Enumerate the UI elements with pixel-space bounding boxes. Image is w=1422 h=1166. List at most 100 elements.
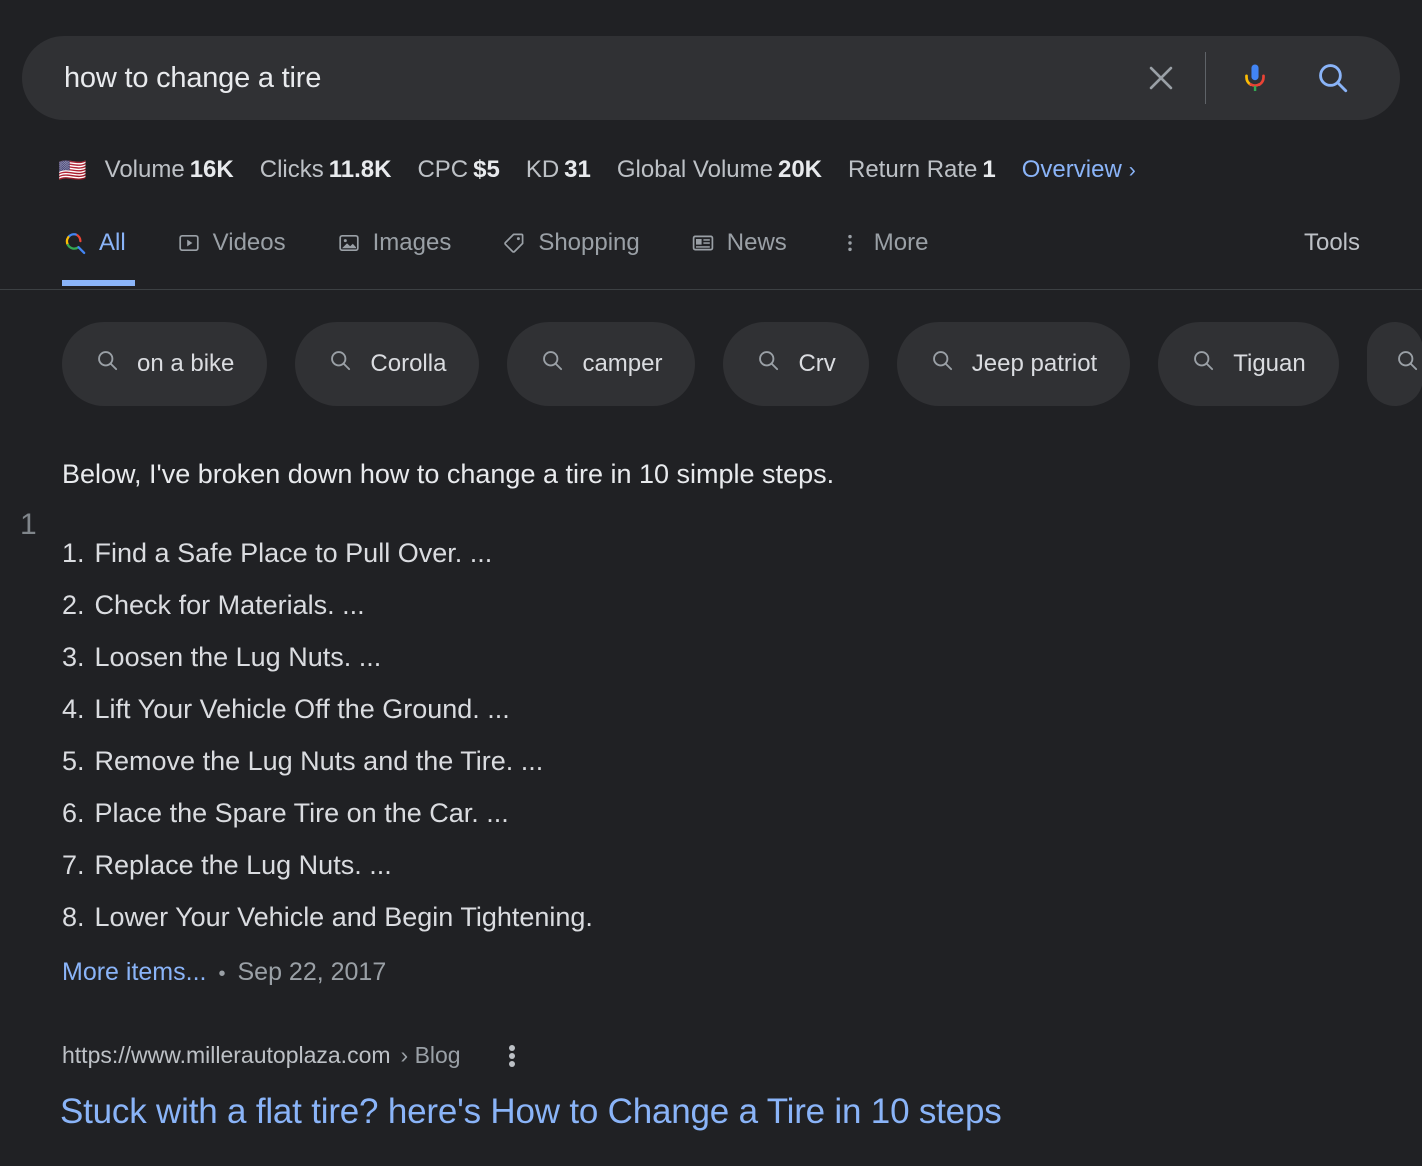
chip-jeep-patriot[interactable]: Jeep patriot bbox=[897, 322, 1130, 406]
list-item: 5. Remove the Lug Nuts and the Tire. ... bbox=[62, 735, 593, 787]
result-options-icon[interactable] bbox=[499, 1043, 525, 1069]
tab-images-label: Images bbox=[373, 229, 452, 257]
tab-videos[interactable]: Videos bbox=[176, 212, 308, 274]
snippet-intro-text: Below, I've broken down how to change a … bbox=[62, 459, 834, 490]
search-icon bbox=[1395, 348, 1420, 380]
separator-dot: • bbox=[218, 963, 225, 986]
metric-return-rate: Return Rate1 bbox=[848, 156, 996, 184]
chip-corolla[interactable]: Corolla bbox=[295, 322, 479, 406]
search-icon bbox=[930, 348, 955, 380]
search-submit-button[interactable] bbox=[1306, 51, 1360, 105]
list-item: 1. Find a Safe Place to Pull Over. ... bbox=[62, 527, 593, 579]
chip-label: camper bbox=[582, 350, 662, 378]
search-bar bbox=[22, 36, 1400, 120]
list-item: 7. Replace the Lug Nuts. ... bbox=[62, 839, 593, 891]
list-item: 8. Lower Your Vehicle and Begin Tighteni… bbox=[62, 891, 593, 943]
step-text: Loosen the Lug Nuts. ... bbox=[95, 631, 382, 683]
chip-label: Tiguan bbox=[1233, 350, 1306, 378]
microphone-icon bbox=[1238, 61, 1272, 95]
step-number: 6. bbox=[62, 787, 85, 839]
result-rank-marker: 1 bbox=[20, 508, 37, 542]
list-item: 3. Loosen the Lug Nuts. ... bbox=[62, 631, 593, 683]
metric-cpc: CPC$5 bbox=[417, 156, 499, 184]
close-icon bbox=[1144, 61, 1178, 95]
chip-next-partial[interactable] bbox=[1367, 322, 1422, 406]
step-text: Check for Materials. ... bbox=[95, 579, 365, 631]
chip-crv[interactable]: Crv bbox=[723, 322, 868, 406]
snippet-footer: More items... • Sep 22, 2017 bbox=[62, 958, 386, 987]
step-number: 3. bbox=[62, 631, 85, 683]
overview-link-label: Overview bbox=[1022, 156, 1122, 183]
search-icon bbox=[328, 348, 353, 380]
chip-label: on a bike bbox=[137, 350, 234, 378]
step-number: 1. bbox=[62, 527, 85, 579]
list-item: 2. Check for Materials. ... bbox=[62, 579, 593, 631]
news-icon bbox=[690, 230, 716, 256]
step-text: Lower Your Vehicle and Begin Tightening. bbox=[95, 891, 593, 943]
tag-icon bbox=[501, 230, 527, 256]
metric-cpc-value: $5 bbox=[473, 156, 500, 183]
metric-global-volume: Global Volume20K bbox=[617, 156, 822, 184]
chip-tiguan[interactable]: Tiguan bbox=[1158, 322, 1339, 406]
chip-label: Crv bbox=[798, 350, 835, 378]
chip-camper[interactable]: camper bbox=[507, 322, 695, 406]
step-text: Place the Spare Tire on the Car. ... bbox=[95, 787, 509, 839]
result-title-link[interactable]: Stuck with a flat tire? here's How to Ch… bbox=[60, 1092, 1002, 1132]
tab-news-label: News bbox=[727, 229, 787, 257]
kebab-dot bbox=[509, 1061, 515, 1067]
tab-all[interactable]: All bbox=[62, 212, 148, 274]
result-url-row: https://www.millerautoplaza.com › Blog bbox=[62, 1042, 525, 1069]
metric-volume-value: 16K bbox=[190, 156, 234, 183]
metric-kd-value: 31 bbox=[564, 156, 591, 183]
search-icon bbox=[756, 348, 781, 380]
search-input[interactable] bbox=[22, 61, 1133, 96]
step-number: 2. bbox=[62, 579, 85, 631]
metric-volume-label: Volume bbox=[105, 156, 185, 183]
step-number: 7. bbox=[62, 839, 85, 891]
search-tabs: All Videos bbox=[62, 212, 978, 274]
step-text: Lift Your Vehicle Off the Ground. ... bbox=[95, 683, 510, 735]
result-url[interactable]: https://www.millerautoplaza.com bbox=[62, 1042, 391, 1069]
step-text: Remove the Lug Nuts and the Tire. ... bbox=[95, 735, 544, 787]
chip-on-a-bike[interactable]: on a bike bbox=[62, 322, 267, 406]
search-icon bbox=[540, 348, 565, 380]
country-flag-icon: 🇺🇸 bbox=[58, 159, 87, 182]
metric-clicks-label: Clicks bbox=[260, 156, 324, 183]
overview-link[interactable]: Overview › bbox=[1022, 156, 1136, 184]
metric-cpc-label: CPC bbox=[417, 156, 468, 183]
step-number: 5. bbox=[62, 735, 85, 787]
chevron-right-icon: › bbox=[1129, 159, 1136, 182]
tab-images[interactable]: Images bbox=[336, 212, 474, 274]
tab-more[interactable]: More bbox=[837, 212, 951, 274]
google-search-results-page: 🇺🇸 Volume16K Clicks11.8K CPC$5 KD31 Glob… bbox=[0, 0, 1422, 1166]
list-item: 6. Place the Spare Tire on the Car. ... bbox=[62, 787, 593, 839]
chip-label: Jeep patriot bbox=[972, 350, 1097, 378]
tab-more-label: More bbox=[874, 229, 929, 257]
video-icon bbox=[176, 230, 202, 256]
step-number: 8. bbox=[62, 891, 85, 943]
more-items-link[interactable]: More items... bbox=[62, 958, 206, 987]
image-icon bbox=[336, 230, 362, 256]
list-item: 4. Lift Your Vehicle Off the Ground. ... bbox=[62, 683, 593, 735]
voice-search-button[interactable] bbox=[1228, 51, 1282, 105]
metric-volume: Volume16K bbox=[105, 156, 234, 184]
snippet-steps-list: 1. Find a Safe Place to Pull Over. ... 2… bbox=[62, 527, 593, 943]
active-tab-underline bbox=[62, 280, 135, 286]
tab-shopping[interactable]: Shopping bbox=[501, 212, 661, 274]
metric-global-volume-value: 20K bbox=[778, 156, 822, 183]
search-icon bbox=[1315, 60, 1351, 96]
snippet-date: Sep 22, 2017 bbox=[238, 958, 387, 987]
metric-kd: KD31 bbox=[526, 156, 591, 184]
tab-news[interactable]: News bbox=[690, 212, 809, 274]
more-vertical-icon bbox=[837, 230, 863, 256]
metric-clicks: Clicks11.8K bbox=[260, 156, 392, 184]
tab-all-label: All bbox=[99, 229, 126, 257]
search-divider bbox=[1205, 52, 1206, 104]
tools-button[interactable]: Tools bbox=[1304, 212, 1360, 274]
step-text: Find a Safe Place to Pull Over. ... bbox=[95, 527, 493, 579]
tools-button-label: Tools bbox=[1304, 229, 1360, 257]
clear-search-button[interactable] bbox=[1133, 50, 1189, 106]
metric-kd-label: KD bbox=[526, 156, 559, 183]
metric-clicks-value: 11.8K bbox=[329, 156, 392, 183]
seo-metrics-bar: 🇺🇸 Volume16K Clicks11.8K CPC$5 KD31 Glob… bbox=[58, 156, 1136, 184]
